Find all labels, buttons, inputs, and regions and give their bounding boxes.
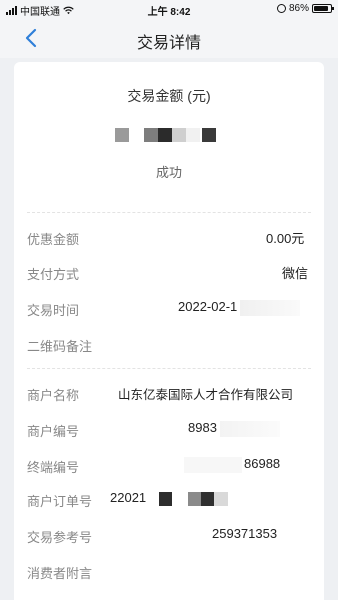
redaction-block xyxy=(172,128,186,142)
detail-row-payment-method: 支付方式 微信 xyxy=(14,261,324,283)
redaction-block xyxy=(202,128,216,142)
page-title: 交易详情 xyxy=(136,35,201,52)
detail-row-merchant-name: 商户名称 山东亿泰国际人才合作有限公司 xyxy=(14,382,324,404)
redaction-block xyxy=(184,457,242,473)
reference-number-value: 259371353 xyxy=(212,526,278,541)
divider xyxy=(27,368,311,369)
redaction-block xyxy=(159,492,172,506)
redaction-block xyxy=(214,492,228,506)
merchant-id-label: 商户编号 xyxy=(27,424,80,439)
redaction-block xyxy=(201,492,214,506)
detail-row-merchant-id: 商户编号 8983 xyxy=(14,418,324,440)
redaction-block xyxy=(158,128,172,142)
terminal-id-value: 86988 xyxy=(244,456,281,471)
payment-method-value: 微信 xyxy=(282,266,309,281)
detail-row-qr-note: 二维码备注 xyxy=(14,333,324,355)
status-bar: 中国联通 上午 8:42 86% xyxy=(0,0,338,18)
detail-row-terminal-id: 终端编号 86988 xyxy=(14,454,324,476)
time-label: 交易时间 xyxy=(27,303,80,318)
redaction-block xyxy=(115,128,129,142)
time-value: 2022-02-1 xyxy=(178,299,238,314)
terminal-id-label: 终端编号 xyxy=(27,460,80,475)
payment-method-label: 支付方式 xyxy=(27,267,80,282)
redaction-block xyxy=(220,421,280,437)
redaction-block xyxy=(186,128,200,142)
detail-row-reference-number: 交易参考号 259371353 xyxy=(14,524,324,546)
transaction-status: 成功 xyxy=(155,165,182,180)
redaction-block xyxy=(144,128,158,142)
masked-amount xyxy=(14,128,324,142)
order-number-label: 商户订单号 xyxy=(27,494,93,509)
battery-percent: 86% xyxy=(288,3,309,14)
merchant-name-label: 商户名称 xyxy=(27,388,80,403)
reference-number-label: 交易参考号 xyxy=(27,530,93,545)
order-number-value: 22021 xyxy=(110,490,147,505)
qr-note-label: 二维码备注 xyxy=(27,339,93,354)
transaction-card: 交易金额 (元) 成功 优惠金额 0.00元 支付方式 微信 交易时间 2022… xyxy=(14,62,324,600)
merchant-name-value: 山东亿泰国际人才合作有限公司 xyxy=(118,388,294,402)
detail-row-time: 交易时间 2022-02-1 xyxy=(14,297,324,319)
divider xyxy=(27,212,311,213)
detail-row-order-number: 商户订单号 22021 xyxy=(14,488,324,510)
merchant-id-value: 8983 xyxy=(188,420,217,435)
amount-title: 交易金额 (元) xyxy=(127,88,211,104)
status-right: 86% xyxy=(276,3,334,14)
detail-row-discount: 优惠金额 0.00元 xyxy=(14,226,324,248)
nav-bar: 交易详情 xyxy=(0,18,338,58)
battery-icon xyxy=(312,4,334,13)
orientation-lock-icon xyxy=(276,4,286,13)
consumer-message-label: 消费者附言 xyxy=(27,566,93,581)
discount-value: 0.00元 xyxy=(266,231,305,246)
detail-row-consumer-message: 消费者附言 xyxy=(14,560,324,582)
redaction-block xyxy=(240,300,300,316)
redaction-block xyxy=(188,492,201,506)
discount-label: 优惠金额 xyxy=(27,232,80,247)
